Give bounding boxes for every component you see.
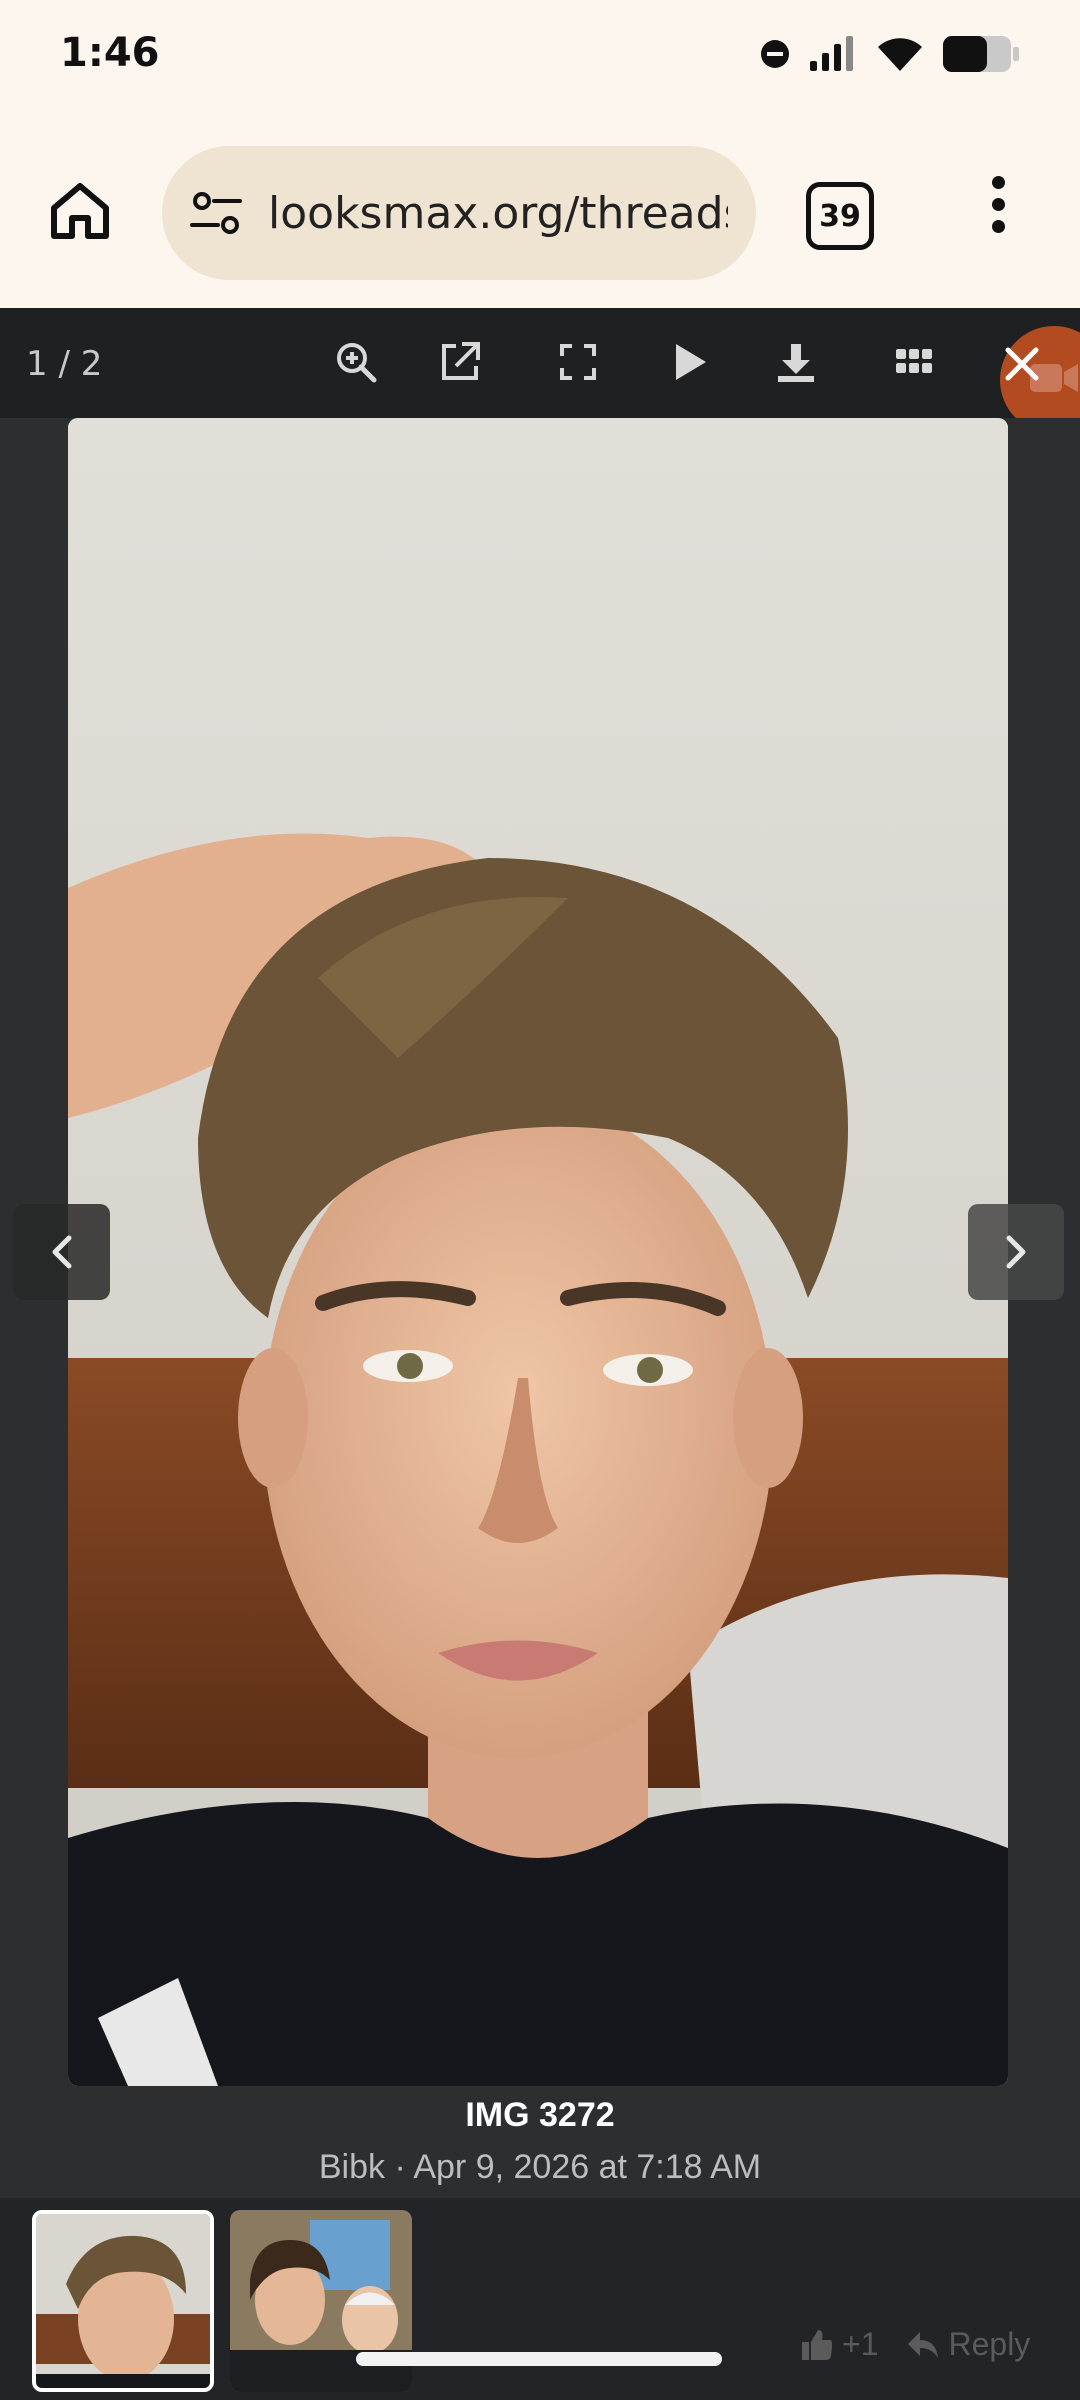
thumbnail-strip xyxy=(0,2198,1080,2400)
thumbs-up-icon xyxy=(802,2329,832,2360)
status-time: 1:46 xyxy=(60,30,160,76)
reply-button[interactable]: Reply xyxy=(906,2326,1030,2363)
chevron-left-icon xyxy=(52,1235,72,1269)
home-icon[interactable] xyxy=(48,178,112,242)
chevron-right-icon xyxy=(1006,1235,1026,1269)
battery-icon xyxy=(943,36,1019,72)
signal-icon xyxy=(810,36,853,71)
url-text[interactable]: looksmax.org/threads/ xyxy=(268,188,728,239)
fullscreen-icon[interactable] xyxy=(552,336,604,388)
post-actions: +1 Reply xyxy=(800,2326,1030,2363)
play-icon[interactable] xyxy=(664,336,716,388)
like-count: +1 xyxy=(842,2326,879,2362)
open-new-tab-icon[interactable] xyxy=(434,336,486,388)
browser-toolbar: looksmax.org/threads/ 39 xyxy=(0,118,1080,308)
previous-image-button[interactable] xyxy=(14,1204,110,1300)
image-title: IMG 3272 xyxy=(465,2096,615,2134)
site-settings-icon[interactable] xyxy=(188,185,244,241)
address-bar[interactable]: looksmax.org/threads/ xyxy=(162,146,756,280)
reply-label: Reply xyxy=(948,2326,1031,2362)
like-button[interactable]: +1 xyxy=(800,2326,878,2363)
status-bar: 1:46 xyxy=(0,0,1080,118)
status-icons xyxy=(760,34,1020,74)
next-image-button[interactable] xyxy=(968,1204,1064,1300)
close-icon[interactable] xyxy=(1002,344,1042,384)
wifi-icon xyxy=(878,38,922,71)
reply-icon xyxy=(908,2331,939,2358)
lightbox-image[interactable] xyxy=(68,418,1008,2086)
more-vert-icon[interactable] xyxy=(978,176,1018,246)
image-meta: Bibk · Apr 9, 2026 at 7:18 AM xyxy=(318,2148,762,2186)
download-icon[interactable] xyxy=(770,336,822,388)
thumbnail-1[interactable] xyxy=(32,2210,214,2392)
do-not-disturb-icon xyxy=(761,40,789,68)
image-counter: 1 / 2 xyxy=(26,344,103,384)
selfie-photo xyxy=(68,418,1008,2086)
thumbnails-icon[interactable] xyxy=(888,336,940,388)
lightbox-toolbar: 1 / 2 xyxy=(0,308,1080,434)
zoom-in-icon[interactable] xyxy=(330,336,382,388)
gesture-navigation-bar[interactable] xyxy=(356,2352,722,2366)
tab-switcher-button[interactable]: 39 xyxy=(806,182,874,250)
